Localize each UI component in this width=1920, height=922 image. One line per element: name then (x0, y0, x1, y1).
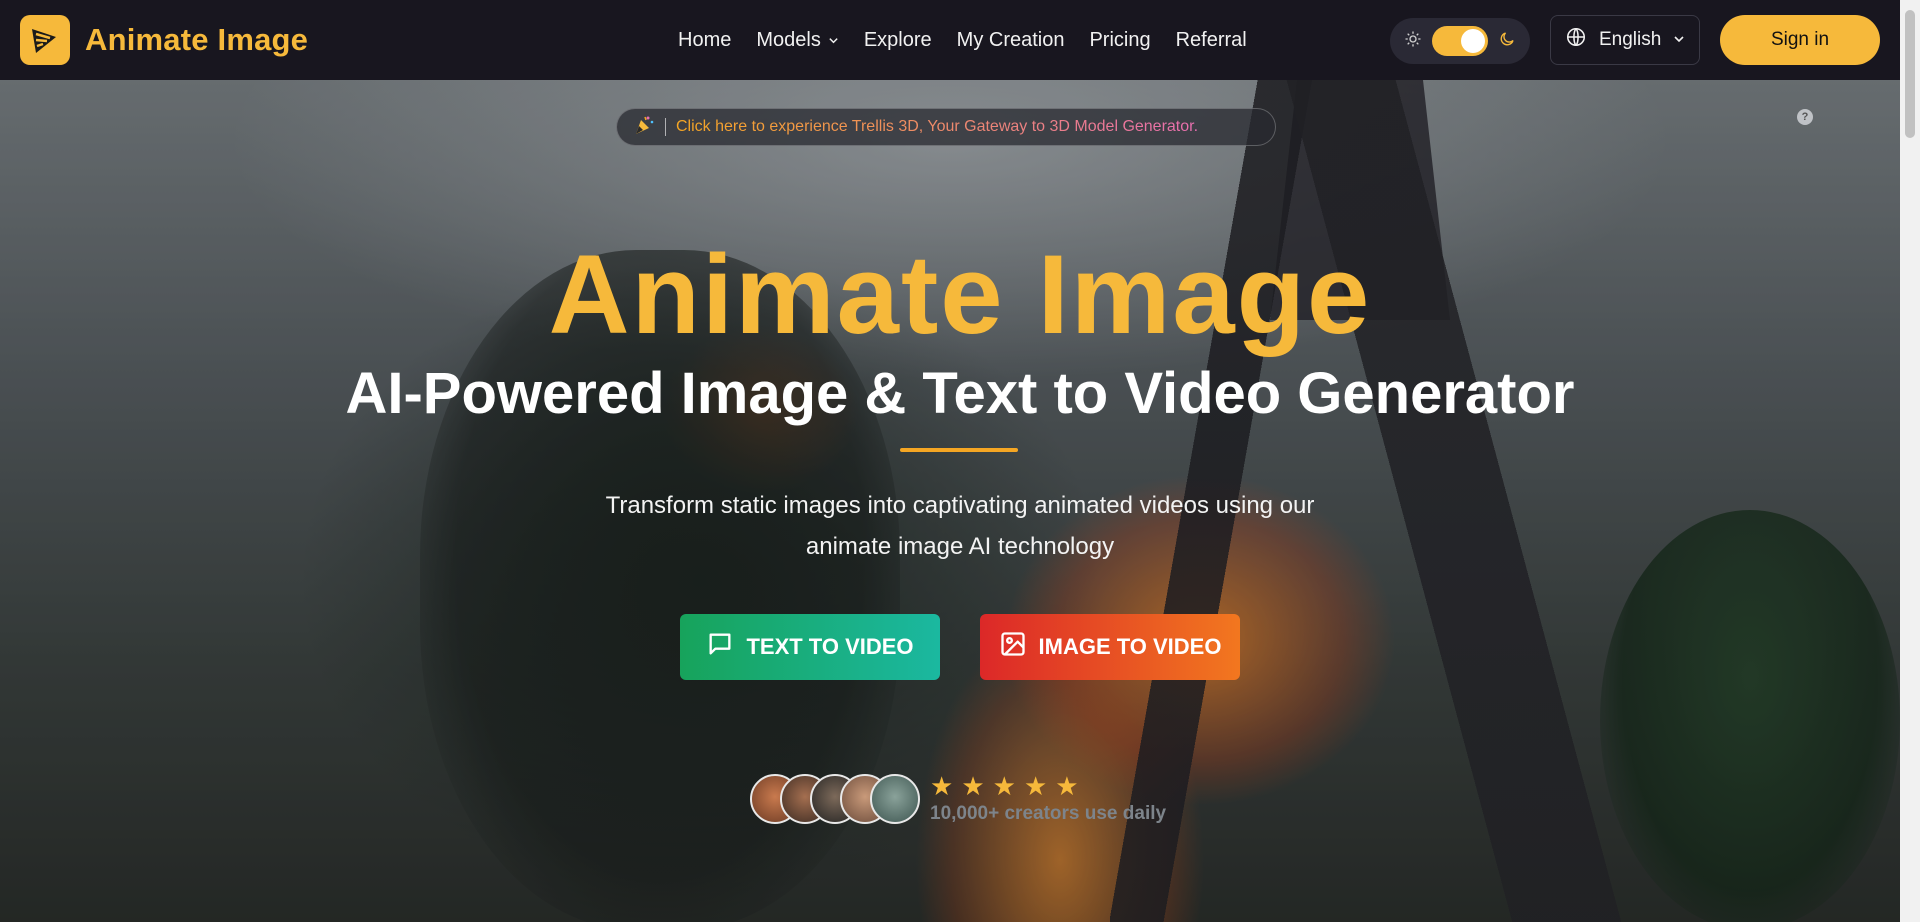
sun-icon (1404, 30, 1422, 53)
rating: ★ ★ ★ ★ ★ 10,000+ creators use daily (930, 773, 1166, 825)
main-nav: Home Models Explore My Creation Pricing … (678, 0, 1247, 80)
chat-bubble-icon (706, 630, 734, 664)
promo-banner[interactable]: Click here to experience Trellis 3D, You… (616, 108, 1276, 146)
hero-description: Transform static images into captivating… (605, 492, 1315, 560)
theme-switch[interactable] (1432, 26, 1488, 56)
hero-subtitle: AI-Powered Image & Text to Video Generat… (345, 361, 1575, 426)
language-selector[interactable]: English (1550, 15, 1700, 65)
nav-item-home[interactable]: Home (678, 29, 731, 52)
page-scrollbar[interactable] (1900, 0, 1920, 922)
image-to-video-button[interactable]: IMAGE TO VIDEO (980, 614, 1240, 680)
moon-icon (1498, 30, 1516, 53)
creator-avatars (750, 774, 920, 824)
nav-item-models[interactable]: Models (756, 29, 838, 52)
logo-icon (20, 15, 70, 65)
scrollbar-thumb[interactable] (1905, 10, 1915, 138)
image-to-video-label: IMAGE TO VIDEO (1038, 634, 1222, 659)
promo-text[interactable]: Click here to experience Trellis 3D, You… (676, 118, 1198, 136)
star-icon: ★ (930, 771, 954, 801)
star-icon: ★ (1023, 771, 1048, 801)
hero-section: Click here to experience Trellis 3D, You… (0, 80, 1900, 922)
language-label: English (1599, 29, 1662, 50)
text-to-video-button[interactable]: TEXT TO VIDEO (680, 614, 940, 680)
logo-text: Animate Image (85, 22, 309, 57)
star-icon: ★ (992, 771, 1016, 801)
theme-toggle[interactable] (1390, 18, 1530, 64)
globe-icon (1565, 26, 1587, 54)
social-proof: ★ ★ ★ ★ ★ 10,000+ creators use daily (750, 773, 1166, 825)
image-icon (999, 630, 1027, 664)
hero-title: Animate Image (548, 232, 1372, 357)
nav-item-my-creation[interactable]: My Creation (957, 29, 1065, 52)
star-icon: ★ (961, 771, 985, 801)
party-popper-icon (633, 114, 655, 141)
site-logo[interactable]: Animate Image (20, 15, 308, 65)
chevron-down-icon (828, 29, 839, 52)
star-rating: ★ ★ ★ ★ ★ (930, 773, 1166, 799)
top-navbar: Animate Image Home Models Explore My Cre… (0, 0, 1900, 80)
star-icon: ★ (1055, 771, 1079, 801)
nav-item-referral[interactable]: Referral (1176, 29, 1247, 52)
nav-item-explore[interactable]: Explore (864, 29, 932, 52)
help-icon[interactable]: ? (1797, 109, 1813, 125)
sign-in-button[interactable]: Sign in (1720, 15, 1880, 65)
text-to-video-label: TEXT TO VIDEO (746, 634, 914, 659)
avatar (870, 774, 920, 824)
creators-count: 10,000+ creators use daily (930, 803, 1167, 824)
nav-item-pricing[interactable]: Pricing (1089, 29, 1150, 52)
chevron-down-icon (1673, 29, 1685, 51)
title-divider (900, 448, 1018, 452)
